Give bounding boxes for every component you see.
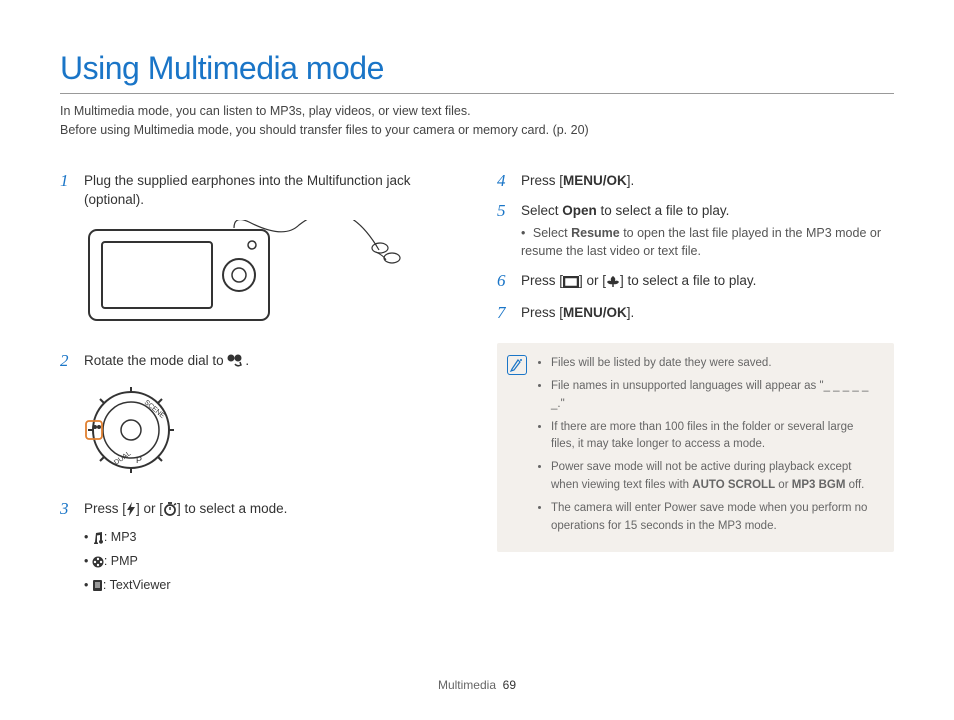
film-reel-icon [92,555,104,573]
pmp-label: : PMP [104,554,138,568]
note-4b: AUTO SCROLL [692,479,775,491]
macro-icon [606,274,620,294]
step-3-text-c: ] to select a mode. [177,501,287,516]
step-number: 5 [497,201,511,261]
note-4e: off. [845,479,864,491]
step-body: Press [ ] or [ ] to select a file to play. [521,271,756,294]
page-footer: Multimedia 69 [0,678,954,692]
svg-text:P: P [136,455,142,465]
step-4-text-a: Press [ [521,173,563,188]
music-note-icon [92,531,104,549]
intro-text: In Multimedia mode, you can listen to MP… [60,102,894,141]
step-5-sub: • Select Resume to open the last file pl… [521,224,894,260]
step-body: Press [MENU/OK]. [521,303,634,323]
display-icon [563,274,579,294]
note-item: The camera will enter Power save mode wh… [551,500,880,536]
step-3-text-b: ] or [ [136,501,163,516]
title-divider [60,93,894,94]
note-item: Files will be listed by date they were s… [551,355,880,373]
camera-earphones-illustration [84,220,457,333]
intro-line-1: In Multimedia mode, you can listen to MP… [60,104,471,118]
step-body: Plug the supplied earphones into the Mul… [84,171,457,210]
textviewer-label: : TextViewer [103,578,171,592]
note-icon [507,355,527,375]
step-2-text-a: Rotate the mode dial to [84,353,227,368]
step-body: Rotate the mode dial to . [84,351,249,374]
footer-section: Multimedia [438,678,496,692]
step-6: 6 Press [ ] or [ ] to select a file to pla… [497,271,894,294]
step-7-text-c: ]. [627,305,635,320]
step-number: 4 [497,171,511,191]
step-5-text-c: to select a file to play. [597,203,730,218]
text-page-icon [92,579,103,597]
step-5-text-a: Select [521,203,562,218]
step-3: 3 Press [ ] or [ ] to select a mode. • : M… [60,499,457,600]
mp3-label: : MP3 [104,530,137,544]
column-left: 1 Plug the supplied earphones into the M… [60,171,457,611]
step-1: 1 Plug the supplied earphones into the M… [60,171,457,210]
step-7: 7 Press [MENU/OK]. [497,303,894,323]
step-number: 6 [497,271,511,294]
page-title: Using Multimedia mode [60,50,894,87]
step-5: 5 Select Open to select a file to play. … [497,201,894,261]
step-number: 3 [60,499,74,600]
step-number: 2 [60,351,74,374]
intro-line-2: Before using Multimedia mode, you should… [60,123,589,137]
column-right: 4 Press [MENU/OK]. 5 Select Open to sele… [497,171,894,611]
step-number: 7 [497,303,511,323]
step-6-text-b: ] or [ [579,273,606,288]
document-page: Using Multimedia mode In Multimedia mode… [0,0,954,630]
flash-icon [126,502,136,522]
mode-list: • : MP3 • : PMP • : TextViewer [84,528,287,597]
step-2-text-b: . [245,353,249,368]
step-7-text-a: Press [ [521,305,563,320]
step-6-text-a: Press [ [521,273,563,288]
content-columns: 1 Plug the supplied earphones into the M… [60,171,894,611]
note-item: If there are more than 100 files in the … [551,419,880,455]
multimedia-mode-icon [227,354,245,374]
list-item: • : TextViewer [84,576,287,597]
step-5-sub-a: Select [533,226,571,240]
step-4: 4 Press [MENU/OK]. [497,171,894,191]
list-item: • : PMP [84,552,287,573]
step-6-text-c: ] to select a file to play. [620,273,756,288]
step-3-text-a: Press [ [84,501,126,516]
step-body: Select Open to select a file to play. • … [521,201,894,261]
note-4d: MP3 BGM [792,479,846,491]
step-2: 2 Rotate the mode dial to . [60,351,457,374]
note-item: File names in unsupported languages will… [551,378,880,414]
step-4-text-b: MENU/OK [563,173,627,188]
timer-icon [163,502,177,522]
note-item: Power save mode will not be active durin… [551,459,880,495]
step-body: Press [ ] or [ ] to select a mode. • : MP3… [84,499,287,600]
step-4-text-c: ]. [627,173,635,188]
step-7-text-b: MENU/OK [563,305,627,320]
step-5-sub-b: Resume [571,226,620,240]
step-5-text-b: Open [562,203,597,218]
note-4c: or [775,479,792,491]
step-number: 1 [60,171,74,210]
mode-dial-illustration: SCENE DUAL P [84,383,457,481]
list-item: • : MP3 [84,528,287,549]
step-body: Press [MENU/OK]. [521,171,634,191]
note-box: Files will be listed by date they were s… [497,343,894,552]
footer-page-number: 69 [503,678,516,692]
